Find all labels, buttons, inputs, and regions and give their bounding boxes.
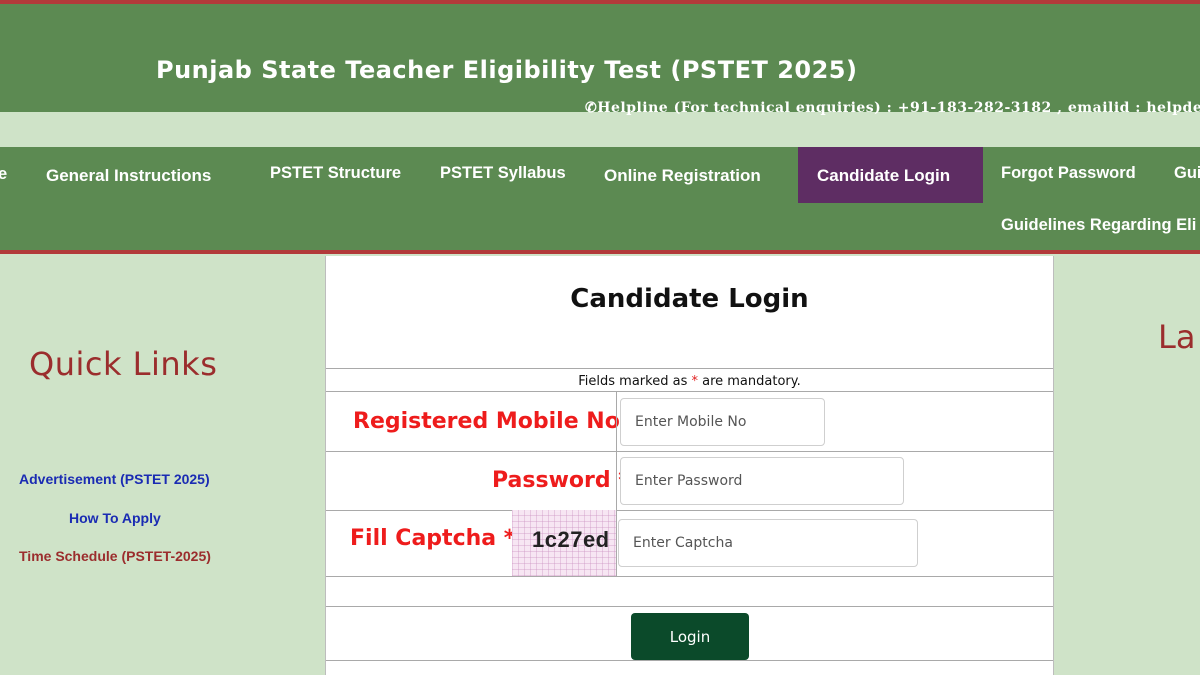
quick-link-time-schedule[interactable]: Time Schedule (PSTET-2025) — [19, 548, 211, 564]
nav-item-home[interactable]: e — [0, 165, 7, 184]
login-panel: Candidate Login Fields marked as * are m… — [325, 256, 1054, 675]
mobile-input[interactable] — [620, 398, 825, 446]
helpline-text: ✆Helpline (For technical enquiries) : +9… — [585, 100, 1200, 116]
login-button[interactable]: Login — [631, 613, 749, 660]
mandatory-note: Fields marked as * are mandatory. — [326, 374, 1053, 389]
mandatory-prefix: Fields marked as — [578, 374, 692, 389]
login-heading: Candidate Login — [570, 284, 809, 314]
nav-item-forgot-password[interactable]: Forgot Password — [1001, 164, 1136, 183]
divider — [326, 576, 1053, 577]
quick-link-advertisement[interactable]: Advertisement (PSTET 2025) — [19, 471, 210, 487]
captcha-image: 1c27ed — [512, 510, 616, 576]
nav-item-candidate-login[interactable]: Candidate Login — [817, 166, 950, 186]
password-input[interactable] — [620, 457, 904, 505]
nav-accent-line — [0, 250, 1200, 254]
nav-item-online-registration[interactable]: Online Registration — [604, 166, 761, 186]
latest-updates-title: La — [1158, 318, 1196, 356]
divider — [326, 606, 1053, 607]
divider — [326, 391, 1053, 392]
column-divider — [616, 391, 617, 576]
nav-item-general-instructions[interactable]: General Instructions — [46, 166, 211, 186]
nav-item-guidelines-eligibility[interactable]: Guidelines Regarding Eli — [1001, 216, 1196, 235]
mobile-label: Registered Mobile No.* — [353, 409, 640, 434]
nav-item-guidelines[interactable]: Gui — [1174, 164, 1200, 183]
divider — [326, 660, 1053, 661]
nav-item-pstet-structure[interactable]: PSTET Structure — [270, 164, 401, 183]
captcha-input[interactable] — [618, 519, 918, 567]
password-label: Password * — [492, 468, 630, 493]
divider — [326, 510, 1053, 511]
divider — [326, 368, 1053, 369]
phone-icon: ✆ — [585, 100, 598, 116]
site-title: Punjab State Teacher Eligibility Test (P… — [156, 56, 858, 84]
quick-link-how-to-apply[interactable]: How To Apply — [69, 510, 161, 526]
nav-item-pstet-syllabus[interactable]: PSTET Syllabus — [440, 164, 566, 183]
helpline-label: Helpline (For technical enquiries) : +91… — [597, 100, 1200, 116]
quick-links-title: Quick Links — [29, 345, 218, 383]
captcha-code: 1c27ed — [532, 527, 610, 552]
divider — [326, 451, 1053, 452]
mandatory-suffix: are mandatory. — [697, 374, 801, 389]
captcha-label: Fill Captcha * — [350, 526, 516, 551]
